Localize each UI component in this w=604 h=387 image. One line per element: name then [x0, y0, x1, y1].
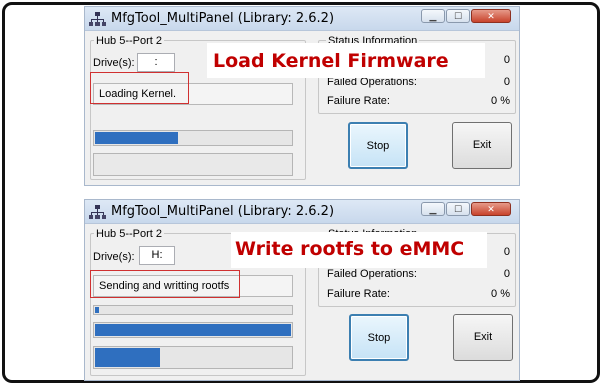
maximize-icon[interactable]: ☐ — [446, 202, 470, 216]
progress-bar-secondary — [93, 346, 293, 369]
minimize-icon[interactable]: ▁ — [421, 9, 445, 23]
stop-button[interactable]: Stop — [349, 314, 409, 361]
progress-bar — [93, 322, 293, 338]
failure-rate-label: Failure Rate: — [327, 95, 390, 107]
hub-port-label: Hub 5--Port 2 — [94, 228, 165, 240]
drive-field: : — [137, 53, 175, 72]
progress-fill — [95, 307, 99, 313]
hub-port-label: Hub 5--Port 2 — [94, 35, 165, 47]
progress-fill — [95, 132, 179, 144]
failed-operations-value: 0 — [503, 268, 510, 280]
maximize-icon[interactable]: ☐ — [446, 9, 470, 23]
annotation-label: Load Kernel Firmware — [207, 43, 485, 78]
progress-bar-small — [93, 305, 293, 315]
drive-label: Drive(s): — [93, 57, 135, 69]
window-title: MfgTool_MultiPanel (Library: 2.6.2) — [111, 204, 335, 219]
stop-button[interactable]: Stop — [348, 122, 408, 169]
minimize-icon[interactable]: ▁ — [421, 202, 445, 216]
title-bar[interactable]: MfgTool_MultiPanel (Library: 2.6.2) ▁ ☐ … — [85, 7, 519, 31]
drive-field: H: — [139, 246, 175, 265]
exit-button[interactable]: Exit — [453, 314, 513, 361]
failure-rate-value: 0 % — [491, 95, 510, 107]
close-icon[interactable]: ✕ — [471, 202, 511, 216]
highlight-box — [90, 72, 189, 104]
drive-label: Drive(s): — [93, 251, 135, 263]
usb-tree-icon — [89, 205, 106, 219]
mfgtool-window-write-rootfs: MfgTool_MultiPanel (Library: 2.6.2) ▁ ☐ … — [84, 199, 520, 381]
progress-fill — [95, 348, 161, 367]
progress-bar-secondary — [93, 153, 293, 176]
failed-operations-label: Failed Operations: — [327, 268, 417, 280]
close-icon[interactable]: ✕ — [471, 9, 511, 23]
highlight-box — [90, 270, 240, 298]
progress-fill — [95, 324, 291, 336]
window-title: MfgTool_MultiPanel (Library: 2.6.2) — [111, 11, 335, 26]
exit-button[interactable]: Exit — [452, 122, 512, 169]
title-bar[interactable]: MfgTool_MultiPanel (Library: 2.6.2) ▁ ☐ … — [85, 200, 519, 224]
failure-rate-value: 0 % — [491, 288, 510, 300]
usb-tree-icon — [89, 12, 106, 26]
mfgtool-window-load-kernel: MfgTool_MultiPanel (Library: 2.6.2) ▁ ☐ … — [84, 6, 520, 186]
progress-bar — [93, 130, 293, 146]
failure-rate-label: Failure Rate: — [327, 288, 390, 300]
annotation-label: Write rootfs to eMMC — [231, 232, 487, 268]
